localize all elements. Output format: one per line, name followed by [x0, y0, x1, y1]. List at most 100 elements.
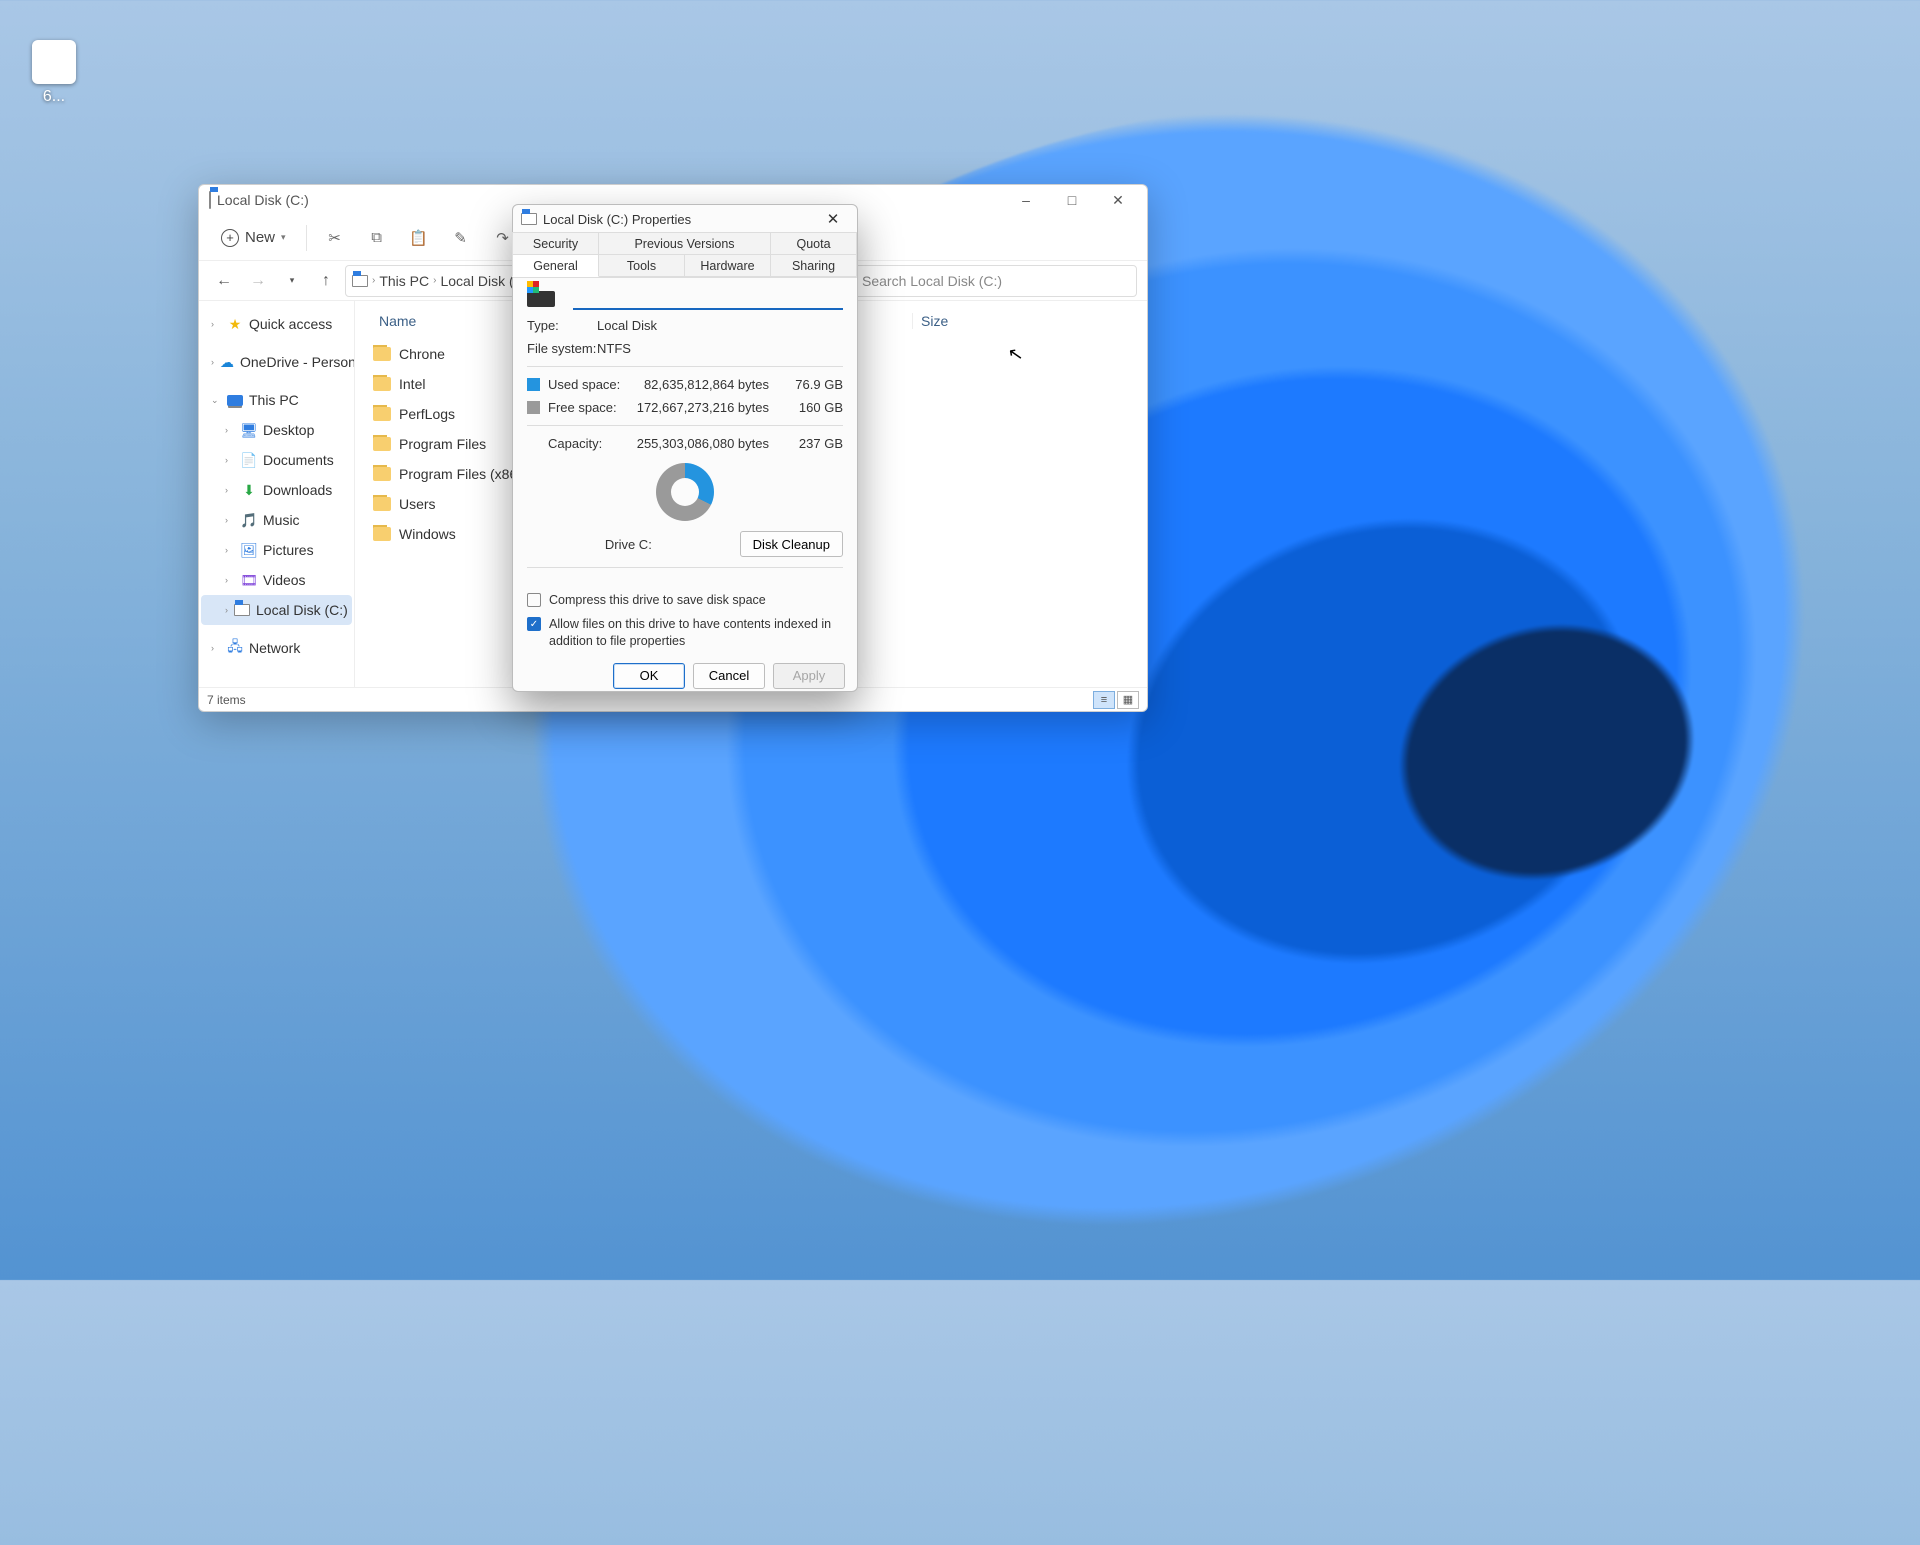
label: Type: — [527, 318, 597, 333]
tree-local-disk-c[interactable]: ›Local Disk (C:) — [201, 595, 352, 625]
row-free-space: Free space: 172,667,273,216 bytes 160 GB — [527, 400, 843, 415]
cancel-button[interactable]: Cancel — [693, 663, 765, 689]
tree-quick-access[interactable]: ›★Quick access — [201, 309, 352, 339]
documents-icon: 📄 — [241, 452, 257, 468]
bytes-value: 255,303,086,080 bytes — [630, 436, 769, 451]
network-icon: 🖧 — [227, 640, 243, 656]
value: NTFS — [597, 341, 631, 356]
tree-onedrive[interactable]: ›☁OneDrive - Personal — [201, 347, 352, 377]
disk-cleanup-button[interactable]: Disk Cleanup — [740, 531, 843, 557]
gb-value: 160 GB — [777, 400, 843, 415]
tab-hardware[interactable]: Hardware — [684, 254, 771, 277]
label: File system: — [527, 341, 597, 356]
folder-icon — [373, 467, 391, 481]
back-button[interactable]: ← — [209, 266, 239, 296]
tab-bar: Security Previous Versions Quota General… — [513, 233, 857, 278]
tab-sharing[interactable]: Sharing — [770, 254, 857, 277]
file-name: Windows — [399, 526, 456, 542]
divider — [527, 366, 843, 367]
tree-label: Videos — [263, 572, 306, 588]
tab-label: Security — [533, 237, 578, 251]
rename-icon[interactable]: ✎ — [445, 222, 477, 254]
button-label: Disk Cleanup — [753, 537, 830, 552]
app-icon — [32, 40, 76, 84]
row-used-space: Used space: 82,635,812,864 bytes 76.9 GB — [527, 377, 843, 392]
tree-label: Pictures — [263, 542, 314, 558]
folder-icon — [373, 407, 391, 421]
checkbox-label: Allow files on this drive to have conten… — [549, 616, 843, 649]
gb-value: 237 GB — [777, 436, 843, 451]
dialog-titlebar[interactable]: Local Disk (C:) Properties ✕ — [513, 205, 857, 233]
free-swatch-icon — [527, 401, 540, 414]
tab-label: Sharing — [792, 259, 835, 273]
close-icon[interactable]: ✕ — [817, 205, 849, 233]
toolbar-separator — [306, 225, 307, 251]
row-type: Type:Local Disk — [527, 318, 843, 333]
file-name: Program Files — [399, 436, 486, 452]
tab-general[interactable]: General — [512, 254, 599, 277]
file-name: Program Files (x86) — [399, 466, 522, 482]
tree-label: Downloads — [263, 482, 332, 498]
drive-icon — [209, 192, 211, 208]
index-checkbox-row[interactable]: ✓ Allow files on this drive to have cont… — [527, 616, 843, 649]
ok-button[interactable]: OK — [613, 663, 685, 689]
minimize-button[interactable]: ‒ — [1003, 185, 1049, 215]
icons-view-button[interactable]: ▦ — [1117, 691, 1139, 709]
apply-button: Apply — [773, 663, 845, 689]
monitor-icon — [227, 392, 243, 408]
dialog-title: Local Disk (C:) Properties — [543, 212, 691, 227]
compress-checkbox-row[interactable]: Compress this drive to save disk space — [527, 592, 843, 608]
tab-label: Tools — [627, 259, 656, 273]
tab-previous-versions[interactable]: Previous Versions — [598, 232, 771, 255]
tab-tools[interactable]: Tools — [598, 254, 685, 277]
tab-security[interactable]: Security — [512, 232, 599, 255]
button-label: OK — [640, 668, 659, 683]
tab-label: Hardware — [700, 259, 754, 273]
new-label: New — [245, 229, 275, 246]
tree-music[interactable]: ›🎵Music — [201, 505, 352, 535]
checkbox-icon[interactable]: ✓ — [527, 617, 541, 631]
folder-icon — [373, 527, 391, 541]
copy-icon[interactable]: ⧉ — [361, 222, 393, 254]
label: Capacity: — [548, 436, 622, 451]
tree-downloads[interactable]: ›⬇Downloads — [201, 475, 352, 505]
label: Used space: — [548, 377, 622, 392]
tree-pictures[interactable]: ›🖼Pictures — [201, 535, 352, 565]
checkbox-icon[interactable] — [527, 593, 541, 607]
up-button[interactable]: ↑ — [311, 266, 341, 296]
folder-icon — [373, 497, 391, 511]
cut-icon[interactable]: ✂ — [319, 222, 351, 254]
tree-this-pc[interactable]: ⌄This PC — [201, 385, 352, 415]
col-size[interactable]: Size — [913, 313, 1013, 329]
nav-pane: ›★Quick access ›☁OneDrive - Personal ⌄Th… — [199, 301, 355, 687]
details-view-button[interactable]: ≡ — [1093, 691, 1115, 709]
folder-icon — [373, 377, 391, 391]
desktop-shortcut[interactable]: 6... — [4, 40, 104, 106]
maximize-button[interactable]: □ — [1049, 185, 1095, 215]
tree-network[interactable]: ›🖧Network — [201, 633, 352, 663]
folder-icon — [373, 347, 391, 361]
bytes-value: 172,667,273,216 bytes — [630, 400, 769, 415]
forward-button[interactable]: → — [243, 266, 273, 296]
videos-icon: 🎞 — [241, 572, 257, 588]
crumb-this-pc[interactable]: This PC — [379, 273, 429, 289]
new-button[interactable]: + New ▾ — [213, 225, 294, 251]
window-title: Local Disk (C:) — [217, 192, 309, 208]
search-input[interactable]: Search Local Disk (C:) — [853, 265, 1137, 297]
file-name: Intel — [399, 376, 425, 392]
tab-quota[interactable]: Quota — [770, 232, 857, 255]
recent-locations-button[interactable]: ▾ — [277, 266, 307, 296]
divider — [527, 425, 843, 426]
tree-label: Documents — [263, 452, 334, 468]
file-name: Users — [399, 496, 436, 512]
paste-icon[interactable]: 📋 — [403, 222, 435, 254]
downloads-icon: ⬇ — [241, 482, 257, 498]
close-button[interactable]: ✕ — [1095, 185, 1141, 215]
tree-label: OneDrive - Personal — [240, 354, 355, 370]
tree-videos[interactable]: ›🎞Videos — [201, 565, 352, 595]
button-label: Apply — [793, 668, 826, 683]
tree-desktop[interactable]: ›🖥Desktop — [201, 415, 352, 445]
tree-label: Music — [263, 512, 300, 528]
tree-documents[interactable]: ›📄Documents — [201, 445, 352, 475]
drive-label-input[interactable] — [573, 288, 843, 310]
